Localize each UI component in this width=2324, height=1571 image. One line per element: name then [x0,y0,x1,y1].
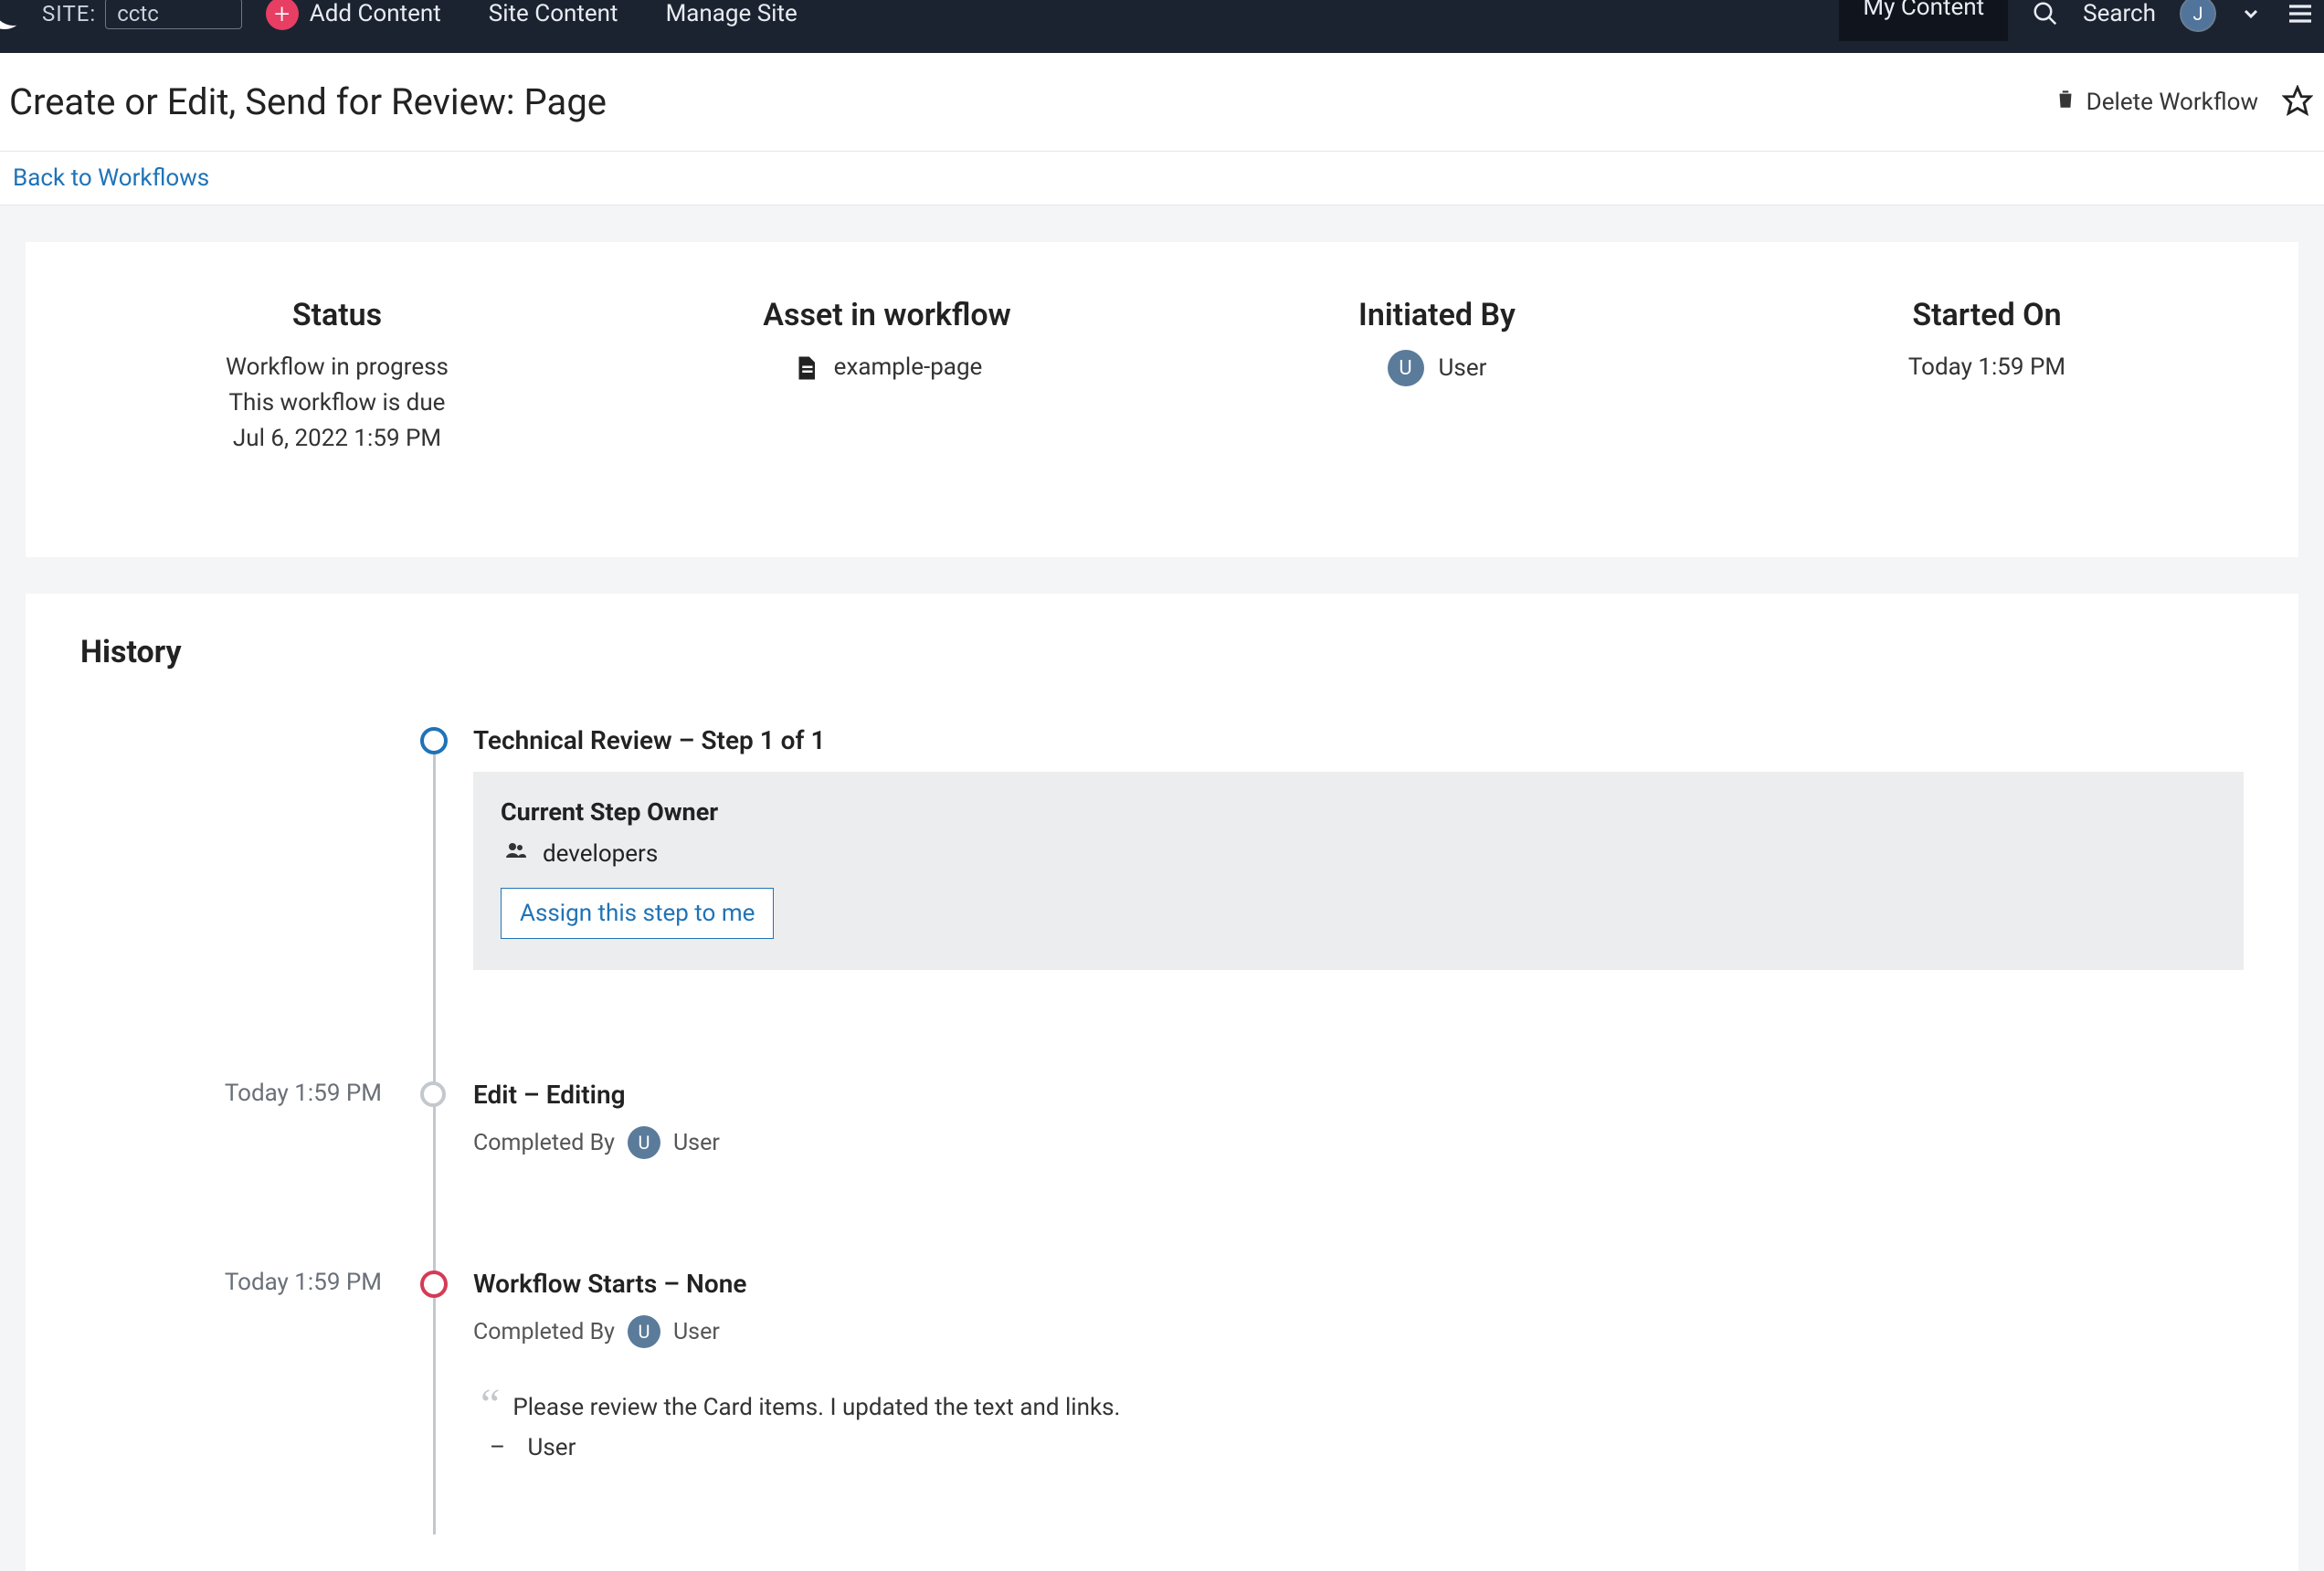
status-line-1: Workflow in progress [62,350,612,385]
add-content-label: Add Content [310,0,441,27]
search-icon[interactable] [2032,0,2059,27]
search-label[interactable]: Search [2083,0,2156,27]
timeline-step-edit: Today 1:59 PM Edit – Editing Completed B… [418,1080,2244,1159]
timeline-step-current: Technical Review – Step 1 of 1 Current S… [418,725,2244,970]
summary-status: Status Workflow in progress This workflo… [62,297,612,457]
initiated-heading: Initiated By [1162,297,1712,333]
add-content-button[interactable]: + Add Content [266,0,441,30]
step3-avatar: U [628,1315,660,1348]
owner-heading: Current Step Owner [501,797,2216,827]
summary-asset: Asset in workflow example-page [612,297,1162,457]
plus-icon: + [266,0,299,30]
hamburger-icon[interactable] [2286,0,2315,28]
asset-name[interactable]: example-page [834,350,983,385]
status-line-2: This workflow is due [62,385,612,421]
asset-heading: Asset in workflow [612,297,1162,333]
timeline-marker-start [420,1271,448,1298]
trash-icon [2054,85,2077,119]
step1-title: Technical Review – Step 1 of 1 [473,725,2244,755]
site-selector[interactable]: SITE: cctc [42,0,242,29]
site-label: SITE: [42,1,96,26]
page-title: Create or Edit, Send for Review: Page [9,80,607,123]
nav-manage-site[interactable]: Manage Site [666,0,798,27]
step3-time: Today 1:59 PM [225,1269,418,1296]
back-to-workflows-link[interactable]: Back to Workflows [13,164,209,192]
started-value: Today 1:59 PM [1712,350,2262,385]
history-card: History Technical Review – Step 1 of 1 C… [26,594,2298,1571]
history-heading: History [80,634,2244,670]
attrib-dash: – [490,1434,505,1461]
step2-time: Today 1:59 PM [225,1080,418,1107]
timeline-marker [420,1081,446,1107]
status-line-3: Jul 6, 2022 1:59 PM [62,421,612,457]
timeline: Technical Review – Step 1 of 1 Current S… [418,725,2244,1461]
tab-my-content[interactable]: My Content [1839,0,2008,41]
user-avatar[interactable]: J [2180,0,2216,32]
topbar: SITE: cctc + Add Content Site Content Ma… [0,0,2324,53]
page-header: Create or Edit, Send for Review: Page De… [0,53,2324,151]
initiated-avatar: U [1388,350,1424,386]
step2-title: Edit – Editing [473,1080,2244,1110]
timeline-marker-active [420,727,448,754]
quote-icon: “ [481,1394,500,1416]
step2-user[interactable]: User [673,1130,720,1156]
comment-text: Please review the Card items. I updated … [481,1394,2244,1421]
step3-user[interactable]: User [673,1319,720,1345]
initiated-user[interactable]: User [1439,351,1487,386]
nav-site-content[interactable]: Site Content [489,0,618,27]
topbar-left: SITE: cctc + Add Content Site Content Ma… [0,14,798,30]
assign-step-button[interactable]: Assign this step to me [501,888,774,939]
delete-workflow-button[interactable]: Delete Workflow [2054,85,2258,119]
status-heading: Status [62,297,612,333]
header-actions: Delete Workflow [2054,85,2313,120]
group-icon [501,839,530,868]
step3-completed-label: Completed By [473,1319,615,1345]
step2-completed-label: Completed By [473,1130,615,1156]
step3-title: Workflow Starts – None [473,1269,2244,1299]
chevron-down-icon[interactable] [2240,3,2262,25]
star-icon[interactable] [2282,85,2313,120]
summary-card: Status Workflow in progress This workflo… [26,242,2298,557]
summary-initiated-by: Initiated By U User [1162,297,1712,457]
site-select-value[interactable]: cctc [105,0,242,29]
page-icon [792,353,819,384]
step2-avatar: U [628,1126,660,1159]
breadcrumb-row: Back to Workflows [0,151,2324,206]
owner-name[interactable]: developers [543,840,658,868]
topbar-right: My Content Search J [1839,0,2315,41]
workflow-comment: “ Please review the Card items. I update… [481,1394,2244,1461]
summary-started-on: Started On Today 1:59 PM [1712,297,2262,457]
attrib-name: User [528,1434,576,1461]
logo-icon[interactable] [0,0,26,29]
started-heading: Started On [1712,297,2262,333]
current-step-owner-box: Current Step Owner developers Assign thi… [473,772,2244,970]
delete-workflow-label: Delete Workflow [2086,89,2258,116]
timeline-step-start: Today 1:59 PM Workflow Starts – None Com… [418,1269,2244,1461]
